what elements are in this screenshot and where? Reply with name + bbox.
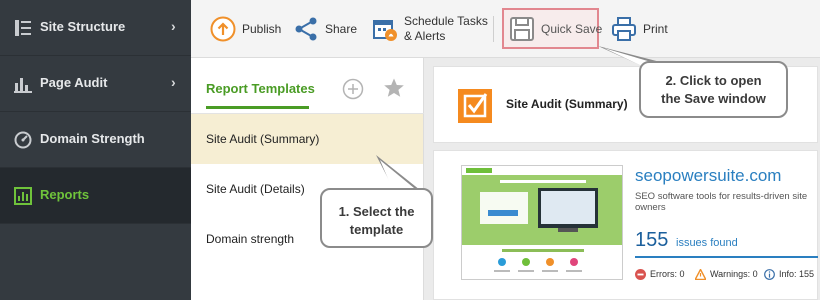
callout-2-line-1: 2. Click to open [665, 73, 762, 88]
calendar-alert-icon [373, 20, 397, 41]
warnings-label: Warnings: 0 [710, 269, 758, 279]
gauge-icon [14, 131, 32, 149]
error-icon [635, 268, 646, 280]
share-label: Share [325, 21, 358, 36]
callout-1-line-2: template [349, 222, 404, 237]
sidebar-item-domain-strength[interactable]: Domain Strength [0, 112, 191, 168]
print-label: Print [643, 21, 668, 36]
toolbar: Publish Share Schedule Tasks & Alerts Qu… [191, 0, 820, 58]
quick-save-button[interactable]: Quick Save [509, 0, 602, 58]
add-template-icon[interactable] [342, 78, 364, 100]
template-item-label: Site Audit (Details) [206, 182, 305, 196]
printer-icon [612, 17, 636, 41]
issues-label: issues found [676, 237, 738, 249]
info-stat: Info: 155 [764, 267, 814, 281]
sidebar-item-label: Site Structure [40, 19, 126, 34]
sidebar-item-label: Domain Strength [40, 131, 145, 146]
report-check-icon [458, 89, 492, 123]
sidebar-item-label: Page Audit [40, 75, 108, 90]
info-icon [764, 268, 775, 280]
star-icon[interactable] [383, 77, 405, 99]
sidebar-item-label: Reports [40, 187, 90, 202]
save-icon [510, 17, 534, 41]
info-label: Info: 155 [779, 269, 815, 279]
sidebar: Site Structure › Page Audit › Domain Str… [0, 0, 191, 300]
chevron-right-icon: › [171, 74, 176, 90]
warnings-stat: Warnings: 0 [695, 267, 758, 281]
site-screenshot [461, 165, 623, 280]
errors-stat: Errors: 0 [635, 267, 685, 281]
callout-select-template: 1. Select the template [320, 188, 433, 248]
sidebar-item-page-audit[interactable]: Page Audit › [0, 56, 191, 112]
report-summary-card: seopowersuite.com SEO software tools for… [433, 150, 818, 300]
callout-1-line-1: 1. Select the [338, 204, 415, 219]
share-button[interactable]: Share [293, 0, 357, 58]
chevron-right-icon: › [171, 18, 176, 34]
issues-count: 155 [635, 229, 669, 251]
toolbar-divider [493, 16, 494, 42]
share-icon [295, 17, 317, 41]
print-button[interactable]: Print [611, 0, 668, 58]
site-name-link[interactable]: seopowersuite.com [635, 166, 781, 186]
issues-underline [635, 256, 818, 258]
template-item[interactable]: Site Audit (Summary) [191, 114, 423, 164]
template-item-label: Site Audit (Summary) [206, 132, 320, 146]
reports-icon [14, 187, 32, 205]
sidebar-item-reports[interactable]: Reports [0, 168, 191, 224]
publish-icon [210, 16, 236, 42]
template-item-label: Domain strength [206, 232, 295, 246]
publish-label: Publish [242, 21, 282, 36]
site-description: SEO software tools for results-driven si… [635, 191, 808, 213]
templates-panel: Report Templates Site Audit (Summary) Si… [191, 58, 424, 300]
quick-save-label: Quick Save [541, 21, 603, 36]
tab-report-templates[interactable]: Report Templates [206, 81, 315, 96]
schedule-line-2: & Alerts [404, 29, 446, 43]
schedule-line-1: Schedule Tasks [404, 14, 488, 28]
site-screenshot-image [462, 166, 622, 279]
warning-icon [695, 268, 706, 280]
publish-button[interactable]: Publish [210, 0, 281, 58]
schedule-tasks-button[interactable]: Schedule Tasks & Alerts [372, 0, 488, 58]
callout-open-save-window: 2. Click to open the Save window [639, 61, 788, 118]
active-tab-indicator [206, 106, 309, 109]
errors-label: Errors: 0 [650, 269, 685, 279]
sidebar-item-site-structure[interactable]: Site Structure › [0, 0, 191, 56]
report-title: Site Audit (Summary) [506, 97, 628, 111]
site-structure-icon [15, 20, 31, 36]
page-audit-icon [14, 78, 32, 93]
schedule-tasks-label: Schedule Tasks & Alerts [404, 14, 488, 44]
callout-2-line-2: the Save window [661, 91, 766, 106]
